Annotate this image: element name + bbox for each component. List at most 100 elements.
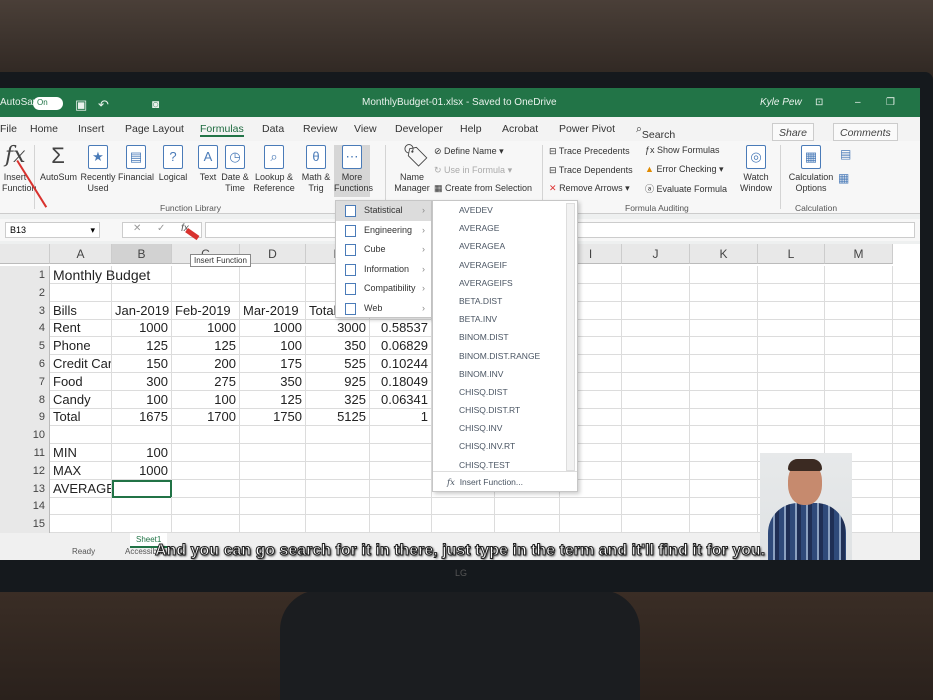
cell-M3[interactable] [825, 301, 893, 320]
cell-J6[interactable] [622, 355, 690, 373]
column-header-J[interactable]: J [622, 244, 690, 264]
cell-F6[interactable]: 0.10244 [370, 355, 432, 373]
cell-B5[interactable]: 125 [112, 337, 172, 356]
column-header-K[interactable]: K [690, 244, 758, 264]
row-header[interactable]: 5 [0, 337, 50, 356]
restore-icon[interactable]: ❐ [886, 97, 895, 108]
recently-used-button[interactable]: ★ Recently Used [80, 145, 116, 194]
enter-icon[interactable]: ✓ [157, 223, 165, 234]
function-item[interactable]: AVERAGE [433, 219, 577, 237]
tab-data[interactable]: Data [262, 123, 284, 135]
tab-page-layout[interactable]: Page Layout [125, 123, 184, 135]
cell-L6[interactable] [758, 355, 825, 373]
function-item[interactable]: BETA.DIST [433, 292, 577, 310]
tab-developer[interactable]: Developer [395, 123, 443, 135]
cell-E10[interactable] [306, 426, 370, 445]
function-item[interactable]: BINOM.INV [433, 365, 577, 383]
row-header[interactable]: 2 [0, 283, 50, 302]
cell-K11[interactable] [690, 444, 758, 462]
cell-H14[interactable] [495, 497, 560, 516]
cell-E12[interactable] [306, 461, 370, 480]
cell-K7[interactable] [690, 372, 758, 391]
cell-H15[interactable] [495, 515, 560, 534]
cell-B11[interactable]: 100 [112, 444, 172, 462]
cell-I14[interactable] [560, 497, 622, 516]
cell-L1[interactable] [758, 266, 825, 284]
minimize-icon[interactable]: – [855, 97, 861, 108]
undo-icon[interactable]: ↶ [98, 97, 109, 113]
cell-D12[interactable] [240, 461, 306, 480]
cell-D3[interactable]: Mar-2019 [240, 301, 306, 320]
tab-formulas[interactable]: Formulas [200, 123, 244, 137]
cell-B3[interactable]: Jan-2019 [112, 301, 172, 320]
cell-D15[interactable] [240, 515, 306, 534]
show-formulas-button[interactable]: ƒx Show Formulas [645, 145, 720, 155]
cell-D14[interactable] [240, 497, 306, 516]
cell-E7[interactable]: 925 [306, 372, 370, 391]
cell-K12[interactable] [690, 461, 758, 480]
cell-A10[interactable] [50, 426, 112, 445]
cell-J4[interactable] [622, 319, 690, 338]
function-item[interactable]: AVERAGEIFS [433, 274, 577, 292]
search-box[interactable]: ⌕ Search [636, 123, 675, 141]
cell-C8[interactable]: 100 [172, 390, 240, 409]
menu-item-compatibility[interactable]: Compatibility › [336, 279, 431, 299]
cell-D9[interactable]: 1750 [240, 408, 306, 427]
column-header-L[interactable]: L [758, 244, 825, 264]
cell-F14[interactable] [370, 497, 432, 516]
select-all-corner[interactable] [0, 244, 50, 264]
cell-E5[interactable]: 350 [306, 337, 370, 356]
cell-F4[interactable]: 0.58537 [370, 319, 432, 338]
trace-dependents-button[interactable]: ⊟ Trace Dependents [549, 165, 633, 176]
error-checking-button[interactable]: ▲ Error Checking ▾ [645, 164, 724, 175]
camera-icon[interactable]: ◙ [152, 97, 159, 111]
cell-K13[interactable] [690, 479, 758, 498]
cell-D2[interactable] [240, 283, 306, 302]
row-header[interactable]: 11 [0, 444, 50, 462]
share-button[interactable]: Share [772, 123, 815, 141]
logical-button[interactable]: ? Logical [155, 145, 191, 183]
cell-C13[interactable] [172, 479, 240, 498]
tab-help[interactable]: Help [460, 123, 482, 135]
cell-J12[interactable] [622, 461, 690, 480]
cell-M9[interactable] [825, 408, 893, 427]
cell-J13[interactable] [622, 479, 690, 498]
cell-G14[interactable] [432, 497, 495, 516]
cell-D5[interactable]: 100 [240, 337, 306, 356]
cell-C12[interactable] [172, 461, 240, 480]
cell-E4[interactable]: 3000 [306, 319, 370, 338]
cell-E6[interactable]: 525 [306, 355, 370, 373]
cell-C10[interactable] [172, 426, 240, 445]
menu-item-engineering[interactable]: Engineering › [336, 221, 431, 241]
cell-B13[interactable] [112, 479, 172, 498]
cell-K2[interactable] [690, 283, 758, 302]
cell-L2[interactable] [758, 283, 825, 302]
calculate-now-icon[interactable]: ▤ [840, 147, 851, 161]
cell-K15[interactable] [690, 515, 758, 534]
comments-button[interactable]: Comments [833, 123, 898, 141]
cell-F9[interactable]: 1 [370, 408, 432, 427]
cell-D7[interactable]: 350 [240, 372, 306, 391]
scrollbar[interactable] [566, 203, 575, 471]
cell-D13[interactable] [240, 479, 306, 498]
watch-window-button[interactable]: ◎ Watch Window [737, 145, 775, 194]
cell-A12[interactable]: MAX [50, 461, 112, 480]
cell-A5[interactable]: Phone [50, 337, 112, 356]
autosave-toggle[interactable]: On [33, 97, 63, 110]
menu-item-cube[interactable]: Cube › [336, 240, 431, 260]
function-item[interactable]: AVERAGEIF [433, 256, 577, 274]
cell-G15[interactable] [432, 515, 495, 534]
cell-E11[interactable] [306, 444, 370, 462]
function-item[interactable]: CHISQ.DIST [433, 383, 577, 401]
tab-acrobat[interactable]: Acrobat [502, 123, 538, 135]
tab-review[interactable]: Review [303, 123, 337, 135]
name-box[interactable]: B13 ▾ [5, 222, 100, 238]
cell-A15[interactable] [50, 515, 112, 534]
define-name-button[interactable]: ⊘ Define Name ▾ [434, 146, 504, 157]
cell-B4[interactable]: 1000 [112, 319, 172, 338]
cell-B6[interactable]: 150 [112, 355, 172, 373]
math-trig-button[interactable]: θ Math & Trig [298, 145, 334, 194]
cell-B12[interactable]: 1000 [112, 461, 172, 480]
cell-J1[interactable] [622, 266, 690, 284]
cell-F10[interactable] [370, 426, 432, 445]
